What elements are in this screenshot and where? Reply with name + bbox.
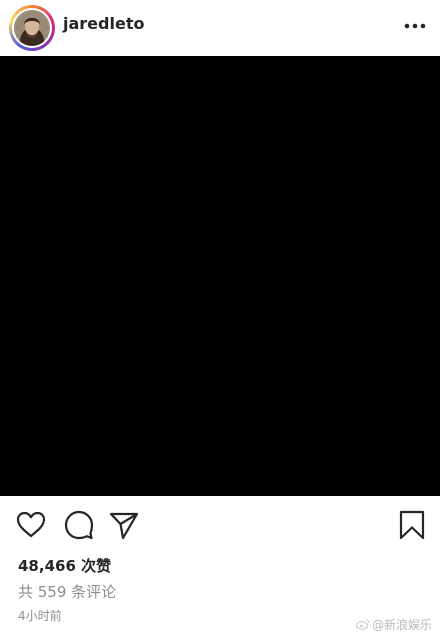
post-actions-bar <box>0 496 440 556</box>
post-image[interactable] <box>0 56 440 496</box>
post-header: jaredleto <box>0 0 440 56</box>
post-timestamp: 4小时前 <box>18 609 62 623</box>
likes-count[interactable]: 48,466 次赞 <box>18 555 111 576</box>
heart-outline-icon[interactable] <box>15 509 47 541</box>
bookmark-outline-icon[interactable] <box>396 509 428 541</box>
view-comments-link[interactable]: 共 559 条评论 <box>18 581 116 602</box>
watermark-text: @新浪娱乐 <box>372 618 433 632</box>
avatar-image <box>14 10 50 46</box>
post-username[interactable]: jaredleto <box>63 14 144 33</box>
comment-bubble-icon[interactable] <box>63 509 95 541</box>
more-options-icon[interactable] <box>402 18 428 34</box>
watermark: @新浪娱乐 <box>356 616 432 633</box>
paper-plane-icon[interactable] <box>108 509 140 541</box>
profile-avatar[interactable] <box>9 5 55 51</box>
weibo-logo-icon <box>356 619 370 630</box>
